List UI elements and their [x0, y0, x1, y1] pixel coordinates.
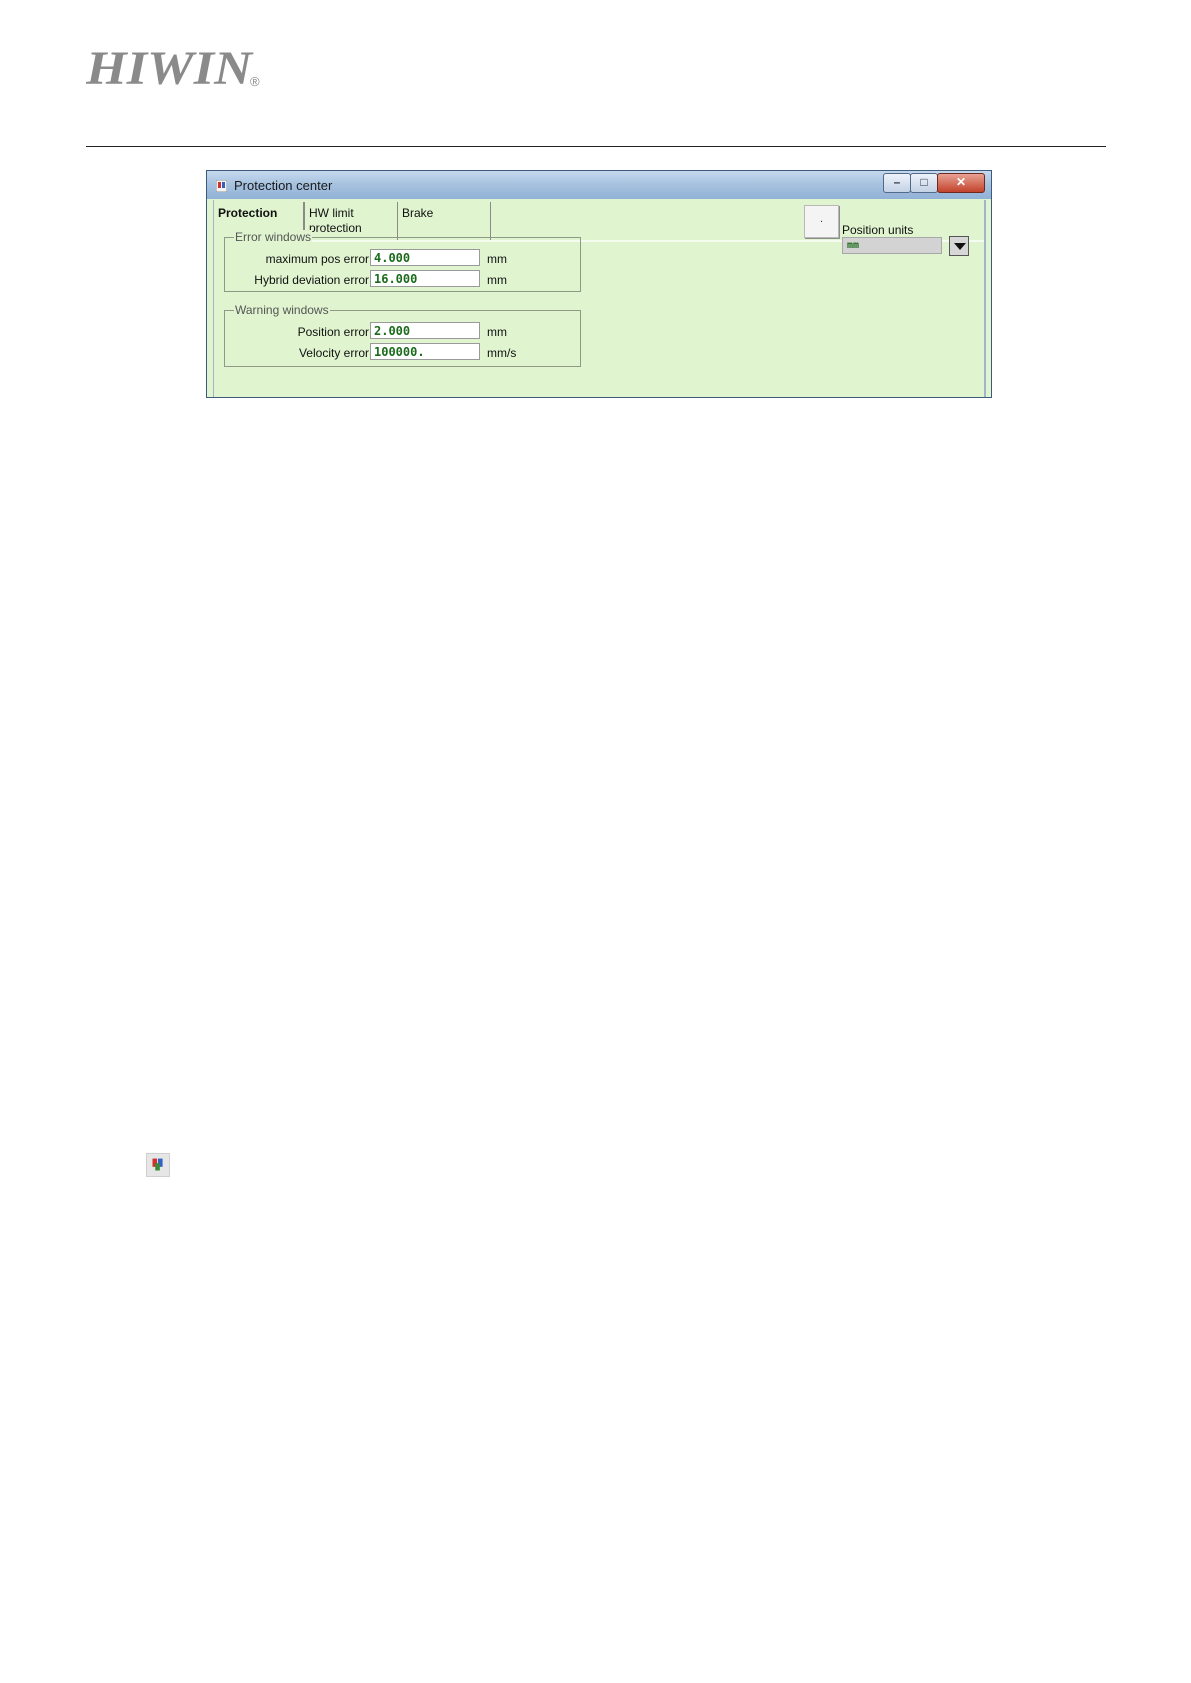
maximize-icon: □ [920, 175, 928, 189]
unit-label: mm [487, 273, 507, 287]
tab-label: Brake [402, 206, 434, 220]
hybrid-deviation-error-label: Hybrid deviation error [254, 273, 369, 287]
unit-label: mm/s [487, 346, 517, 360]
tab-label: Protection [218, 206, 278, 220]
header-rule [86, 146, 1106, 147]
hybrid-deviation-error-input[interactable]: 16.000 [370, 270, 480, 287]
velocity-error-input[interactable]: 100000. [370, 343, 480, 360]
position-units-label: Position units [842, 223, 914, 237]
window-title: Protection center [234, 178, 333, 193]
minimize-icon: – [893, 175, 901, 189]
tab-hw-limit-protection[interactable]: HW limit protection [304, 202, 398, 240]
max-pos-error-input[interactable]: 4.000 [370, 249, 480, 266]
minimize-button[interactable]: – [883, 173, 911, 193]
tab-brake[interactable]: Brake [398, 202, 491, 240]
hiwin-logo: HIWIN ® [86, 44, 260, 92]
protection-center-icon [216, 180, 227, 192]
unit-label: mm [487, 325, 507, 339]
title-bar[interactable]: Protection center – □ ✕ [207, 171, 991, 199]
maximize-button[interactable]: □ [910, 173, 938, 193]
dot-button[interactable]: . [804, 205, 839, 238]
group-legend: Error windows [234, 230, 313, 244]
protection-center-icon [146, 1153, 170, 1177]
unit-label: mm [487, 252, 507, 266]
chevron-down-icon[interactable] [949, 236, 969, 256]
group-legend: Warning windows [234, 303, 330, 317]
close-icon: ✕ [955, 175, 967, 189]
max-pos-error-label: maximum pos error [265, 252, 369, 266]
velocity-error-label: Velocity error [298, 346, 369, 360]
position-error-input[interactable]: 2.000 [370, 322, 480, 339]
registered-mark: ® [250, 74, 260, 89]
close-button[interactable]: ✕ [937, 173, 985, 193]
logo-text: HIWIN [86, 44, 255, 92]
protection-center-window: Protection center – □ ✕ Protection HW li… [206, 170, 992, 398]
dialog-client: Protection HW limit protection Brake . E… [213, 200, 986, 397]
tab-label: HW limit protection [309, 206, 362, 235]
position-units-select[interactable]: mm [842, 237, 942, 254]
position-error-label: Position error [297, 325, 369, 339]
